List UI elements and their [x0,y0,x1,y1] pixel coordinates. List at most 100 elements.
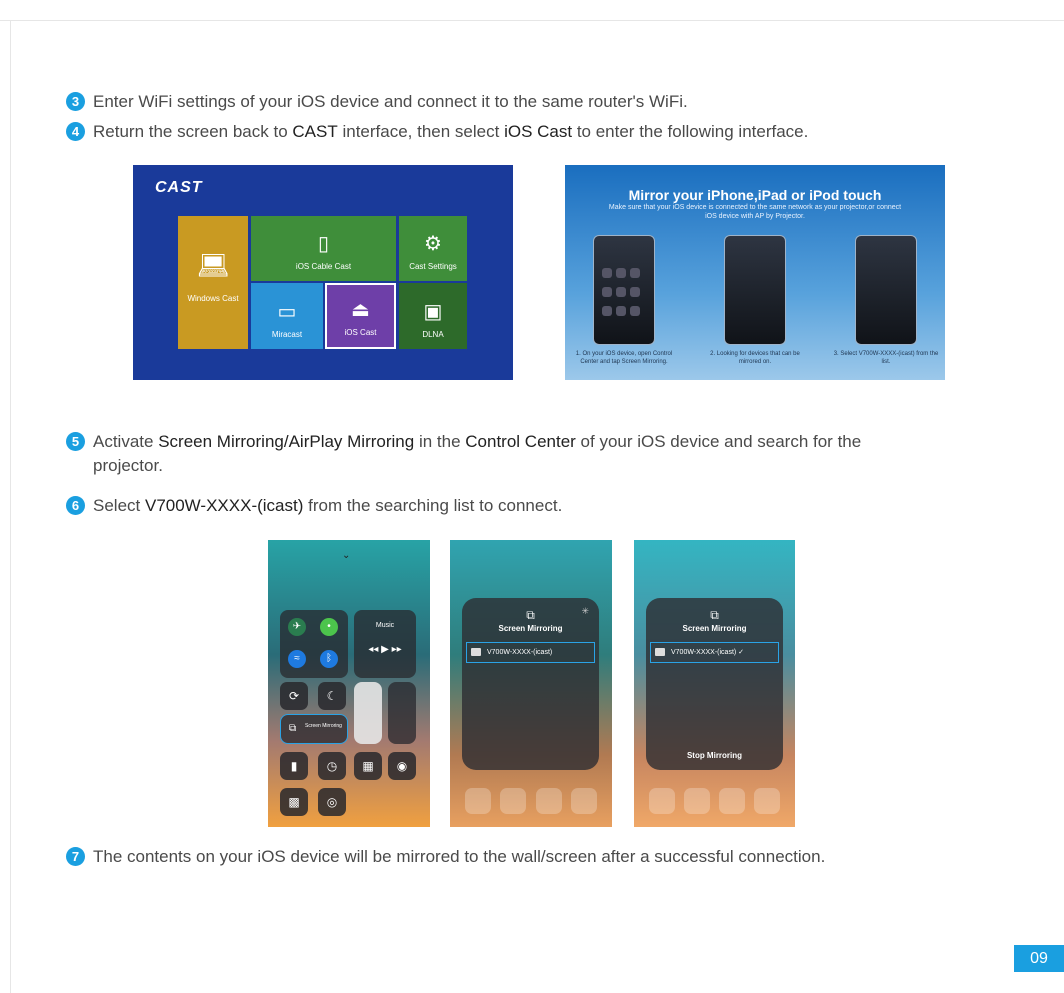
step-text: to enter the following interface. [572,122,809,141]
tile-windows-cast: 💻︎ Windows Cast [178,216,248,349]
flashlight-icon: ▮ [280,752,308,780]
step-text: The contents on your iOS device will be … [93,847,826,866]
step-text: Select [93,496,145,515]
phone-icon: ▯ [317,233,329,255]
play-icon: ◂◂ ▶ ▸▸ [368,644,402,655]
tv-icon [471,648,481,656]
tile-label: Cast Settings [409,262,457,271]
screen-mirroring-panel: ⧉ ✳ Screen Mirroring V700W-XXXX-(icast) [462,598,599,770]
laptop-icon: 💻︎ [196,250,230,280]
mirror-subtitle: Make sure that your iOS device is connec… [608,204,902,220]
step-number-badge: 4 [66,122,85,141]
connectivity-tile: ✈ • ≈ ᛒ [280,610,348,678]
phone-control-center [593,235,655,345]
tile-cast-settings: ⚙ Cast Settings [399,216,467,281]
device-name: V700W-XXXX-(icast) [487,649,553,656]
monitor-icon: ▭ [277,301,297,323]
step-text: interface, then select [337,122,505,141]
phone-select-device [855,235,917,345]
step-text: projector. [93,456,163,475]
device-name: V700W-XXXX-(icast) ✓ [671,649,745,656]
tile-label: iOS Cast [344,328,377,337]
tile-label: Windows Cast [187,294,239,303]
step-bold: Control Center [465,432,576,451]
volume-slider [388,682,416,744]
phone-control-center-screenshot: ⌄ ✈ • ≈ ᛒ Music ◂◂ ▶ ▸▸ ⟳ ☾ ⧉ Screen Mir… [268,540,430,827]
gear-icon: ⚙ [424,233,442,255]
wifi-icon: ≈ [288,650,306,668]
camera-icon: ◉ [388,752,416,780]
step-bold: Screen Mirroring/AirPlay Mirroring [158,432,415,451]
step-3: 3 Enter WiFi settings of your iOS device … [66,90,688,114]
tile-ios-cable-cast: ▯ iOS Cable Cast [251,216,396,281]
qr-icon: ▩ [280,788,308,816]
step-text: of your iOS device and search for the [575,432,862,451]
dock [644,781,785,821]
mirroring-icon: ⧉ [526,608,535,622]
cast-interface-image: CAST 💻︎ Windows Cast ▯ iOS Cable Cast ⚙ … [133,165,513,380]
step-text: Activate [93,432,159,451]
timer-icon: ◷ [318,752,346,780]
music-label: Music [375,622,395,629]
mirroring-icon: ⧉ [289,723,297,734]
spinner-icon: ✳ [581,606,589,616]
tv-icon [655,648,665,656]
mirroring-icon: ⧉ [710,608,719,622]
panel-title: Screen Mirroring [682,624,747,633]
step-bold: iOS Cast [504,122,573,141]
dock [460,781,602,821]
rotation-lock-icon: ⟳ [280,682,308,710]
mirror-title: Mirror your iPhone,iPad or iPod touch [628,187,882,203]
step-text: Return the screen back to [93,122,293,141]
moon-icon: ☾ [318,682,346,710]
airplay-icon: ⏏ [351,299,370,321]
step-5: 5 Activate Screen Mirroring/AirPlay Mirro… [66,430,861,478]
mirror-caption-3: 3. Select V700W-XXXX-(icast) from the li… [833,351,939,365]
cast-title: CAST [155,179,203,196]
calculator-icon: ▦ [354,752,382,780]
mirror-caption-2: 2. Looking for devices that can be mirro… [710,351,800,365]
tile-ios-cast: ⏏ iOS Cast [325,283,396,349]
tile-dlna: ▣ DLNA [399,283,467,349]
step-bold: V700W-XXXX-(icast) [144,496,304,515]
chevron-down-icon: ⌄ [342,550,351,561]
step-6: 6 Select V700W-XXXX-(icast) from the sear… [66,494,562,518]
step-number-badge: 6 [66,496,85,515]
tv-icon: ▣ [423,301,443,323]
step-text: Enter WiFi settings of your iOS device a… [93,92,688,111]
control-grid [600,266,650,323]
tile-miracast: ▭ Miracast [251,283,323,349]
music-tile: Music ◂◂ ▶ ▸▸ [354,610,416,678]
phone-searching [724,235,786,345]
brightness-slider [354,682,382,744]
bluetooth-icon: ᛒ [320,650,338,668]
top-rule [0,20,1064,21]
step-number-badge: 7 [66,847,85,866]
airplane-icon: ✈ [288,618,306,636]
step-number-badge: 5 [66,432,85,451]
mirror-caption-1: 1. On your iOS device, open Control Cent… [575,351,673,365]
step-bold: CAST [292,122,338,141]
step-text: from the searching list to connect. [303,496,563,515]
step-number-badge: 3 [66,92,85,111]
device-list-item-selected: V700W-XXXX-(icast) ✓ [650,642,779,663]
mirroring-label: Screen Mirroring [305,723,342,729]
tile-label: DLNA [422,330,444,339]
record-icon: ◎ [318,788,346,816]
mirror-instructions-image: Mirror your iPhone,iPad or iPod touch Ma… [565,165,945,380]
device-list-item: V700W-XXXX-(icast) [466,642,595,663]
phone-connected-screenshot: ⧉ Screen Mirroring V700W-XXXX-(icast) ✓ … [634,540,795,827]
stop-mirroring-label: Stop Mirroring [686,751,743,760]
screen-mirroring-panel: ⧉ Screen Mirroring V700W-XXXX-(icast) ✓ … [646,598,783,770]
step-text: in the [414,432,466,451]
step-7: 7 The contents on your iOS device will be… [66,845,825,869]
tile-label: Miracast [271,330,303,339]
tile-label: iOS Cable Cast [295,262,352,271]
panel-title: Screen Mirroring [498,624,563,633]
cellular-icon: • [320,618,338,636]
page-number: 09 [1014,945,1064,972]
step-4: 4 Return the screen back to CAST interfac… [66,120,808,144]
screen-mirroring-tile: ⧉ Screen Mirroring [280,714,348,744]
phone-searching-screenshot: ⧉ ✳ Screen Mirroring V700W-XXXX-(icast) [450,540,612,827]
side-rule [10,21,11,993]
